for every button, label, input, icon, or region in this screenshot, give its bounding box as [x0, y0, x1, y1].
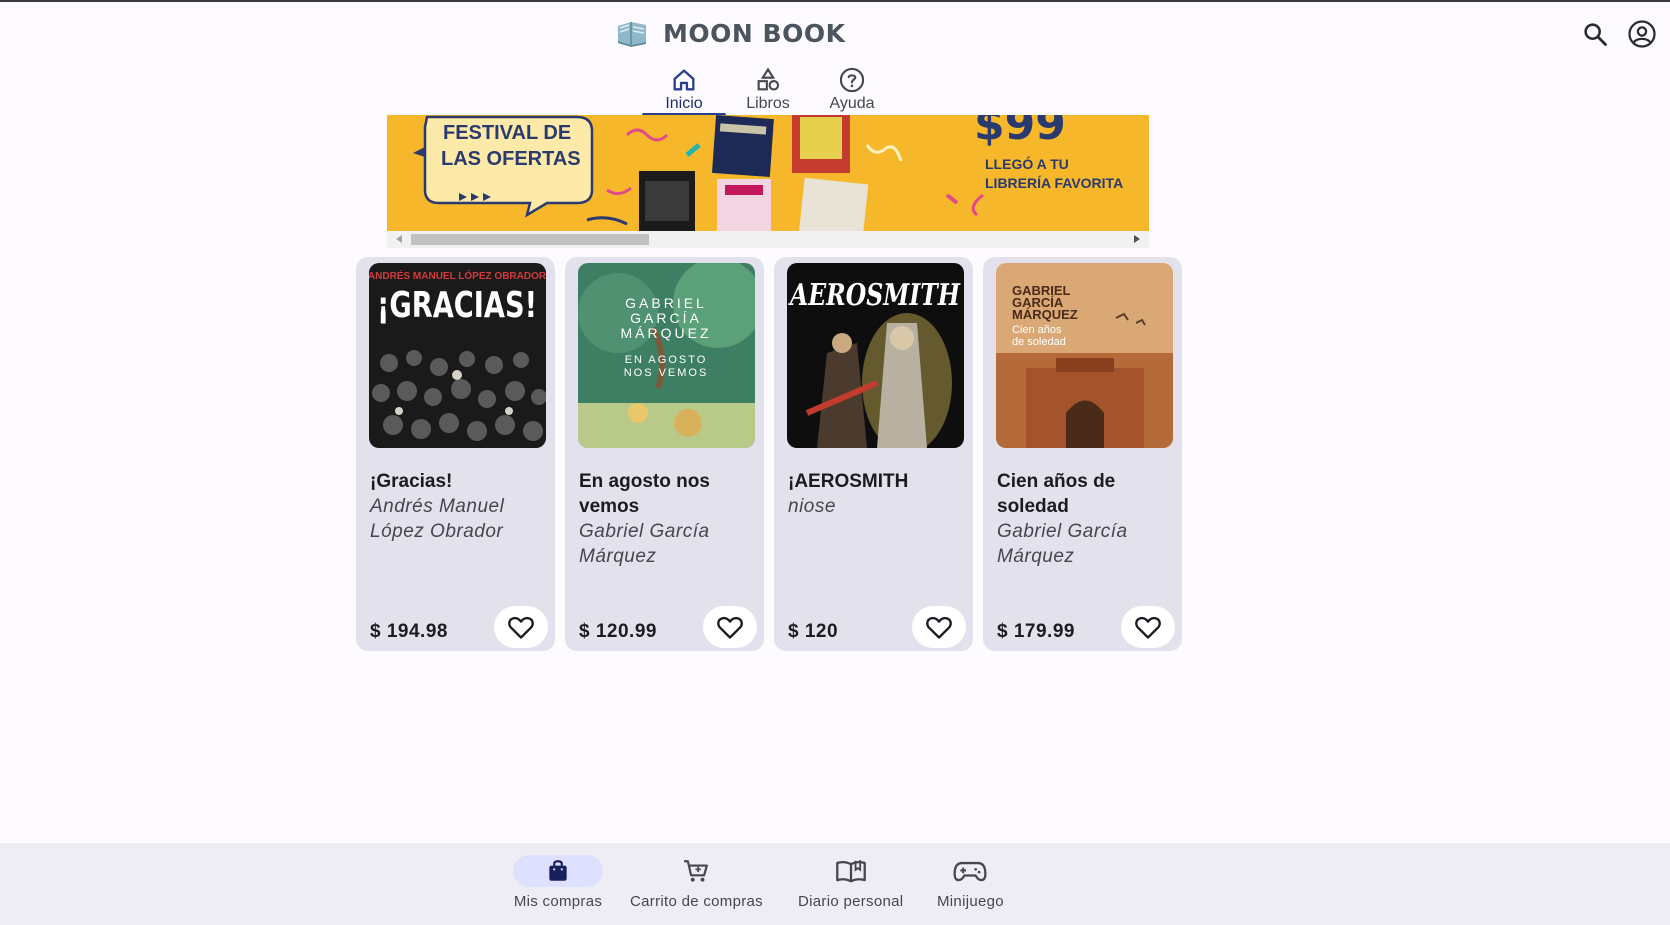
main-tabs: Inicio Libros Ayuda: [642, 66, 894, 116]
nav-label: Mis compras: [513, 893, 603, 910]
banner-headline-2: LAS OFERTAS: [441, 148, 581, 170]
favorite-button[interactable]: [494, 606, 548, 648]
bottom-navigation: Mis compras Carrito de compras Diario pe…: [0, 843, 1670, 925]
book-author: niose: [788, 496, 836, 517]
cover-header: ANDRÉS MANUEL LÓPEZ OBRADOR: [369, 269, 546, 282]
banner-price: $99: [974, 115, 1066, 150]
book-author: Andrés Manuel López Obrador: [370, 496, 505, 542]
scrollbar-thumb[interactable]: [411, 234, 649, 245]
cover-title-1: EN AGOSTO: [625, 354, 708, 366]
tab-label: Ayuda: [829, 95, 875, 112]
book-price: $ 179.99: [997, 621, 1075, 642]
favorite-button[interactable]: [912, 606, 966, 648]
tab-libros[interactable]: Libros: [726, 66, 810, 116]
book-info: ¡AEROSMITH niose: [788, 469, 963, 519]
nav-carrito[interactable]: Carrito de compras: [630, 855, 763, 910]
tab-inicio[interactable]: Inicio: [642, 66, 726, 116]
app-brand[interactable]: MOON BOOK: [615, 18, 845, 48]
book-price: $ 194.98: [370, 621, 448, 642]
cover-author-1: GABRIEL: [625, 295, 707, 311]
promo-banner[interactable]: FESTIVAL DE LAS OFERTAS $99 LLEGÓ A TU L…: [387, 115, 1149, 231]
book-title: ¡Gracias!: [370, 471, 453, 492]
gamepad-icon: [953, 855, 987, 887]
cover-author-3: MÁRQUEZ: [1012, 307, 1078, 322]
tab-label: Inicio: [665, 95, 703, 112]
help-circle-icon: [839, 67, 865, 93]
promo-carousel[interactable]: FESTIVAL DE LAS OFERTAS $99 LLEGÓ A TU L…: [387, 115, 1149, 248]
home-icon: [673, 69, 695, 91]
book-title: Cien años de soledad: [997, 471, 1116, 517]
book-cover: GABRIEL GARCÍA MÁRQUEZ Cien años de sole…: [996, 263, 1173, 448]
shopping-bag-icon: [513, 855, 603, 887]
book-card[interactable]: ANDRÉS MANUEL LÓPEZ OBRADOR ¡GRACIAS! ¡G…: [356, 257, 555, 651]
nav-label: Minijuego: [937, 893, 1004, 910]
favorite-button[interactable]: [1121, 606, 1175, 648]
window-top-border: [0, 0, 1670, 2]
heart-icon: [1135, 616, 1161, 639]
shapes-icon: [757, 67, 780, 91]
book-author: Gabriel García Márquez: [997, 521, 1128, 567]
nav-label: Diario personal: [798, 893, 904, 910]
cover-author-3: MÁRQUEZ: [621, 325, 712, 341]
tab-label: Libros: [746, 95, 790, 112]
book-cover: GABRIEL GARCÍA MÁRQUEZ EN AGOSTO NOS VEM…: [578, 263, 755, 448]
book-info: ¡Gracias! Andrés Manuel López Obrador: [370, 469, 545, 544]
carousel-scrollbar[interactable]: [387, 231, 1149, 248]
book-card[interactable]: GABRIEL GARCÍA MÁRQUEZ Cien años de sole…: [983, 257, 1182, 651]
book-card[interactable]: GABRIEL GARCÍA MÁRQUEZ EN AGOSTO NOS VEM…: [565, 257, 764, 651]
nav-label: Carrito de compras: [630, 893, 763, 910]
book-info: En agosto nos vemos Gabriel García Márqu…: [579, 469, 754, 569]
cover-title: ¡GRACIAS!: [377, 285, 537, 326]
book-title: En agosto nos vemos: [579, 471, 710, 517]
search-icon[interactable]: [1579, 18, 1611, 50]
account-circle-icon[interactable]: [1626, 18, 1658, 50]
book-info: Cien años de soledad Gabriel García Márq…: [997, 469, 1172, 569]
nav-minijuego[interactable]: Minijuego: [937, 855, 1004, 910]
cover-author-2: GARCÍA: [630, 310, 702, 326]
app-title: MOON BOOK: [663, 18, 846, 48]
cover-title: AEROSMITH: [788, 278, 962, 313]
favorite-button[interactable]: [703, 606, 757, 648]
book-open-icon: [835, 855, 867, 887]
tab-ayuda[interactable]: Ayuda: [810, 66, 894, 116]
shopping-cart-icon: [681, 855, 711, 887]
book-cover: AEROSMITH: [787, 263, 964, 448]
book-list: ANDRÉS MANUEL LÓPEZ OBRADOR ¡GRACIAS! ¡G…: [356, 257, 1182, 651]
cover-title-1: Cien años: [1012, 324, 1062, 336]
scroll-right-arrow-icon[interactable]: [1134, 235, 1140, 243]
book-price: $ 120.99: [579, 621, 657, 642]
heart-icon: [926, 616, 952, 639]
book-logo-icon: [618, 22, 646, 47]
banner-artwork: FESTIVAL DE LAS OFERTAS $99 LLEGÓ A TU L…: [413, 115, 1123, 231]
nav-diario[interactable]: Diario personal: [798, 855, 903, 910]
cover-title-2: de soledad: [1012, 336, 1066, 348]
heart-icon: [508, 616, 534, 639]
heart-icon: [717, 616, 743, 639]
book-card[interactable]: AEROSMITH ¡AEROSMITH niose $ 120: [774, 257, 973, 651]
cover-title-2: NOS VEMOS: [624, 367, 709, 379]
book-author: Gabriel García Márquez: [579, 521, 710, 567]
book-title: ¡AEROSMITH: [788, 471, 909, 492]
banner-tagline-1: LLEGÓ A TU: [985, 155, 1069, 172]
nav-mis-compras[interactable]: Mis compras: [513, 855, 603, 910]
banner-headline-1: FESTIVAL DE: [443, 122, 571, 144]
book-price: $ 120: [788, 621, 839, 642]
scroll-left-arrow-icon[interactable]: [396, 235, 402, 243]
banner-tagline-2: LIBRERÍA FAVORITA: [985, 175, 1123, 191]
book-cover: ANDRÉS MANUEL LÓPEZ OBRADOR ¡GRACIAS!: [369, 263, 546, 448]
